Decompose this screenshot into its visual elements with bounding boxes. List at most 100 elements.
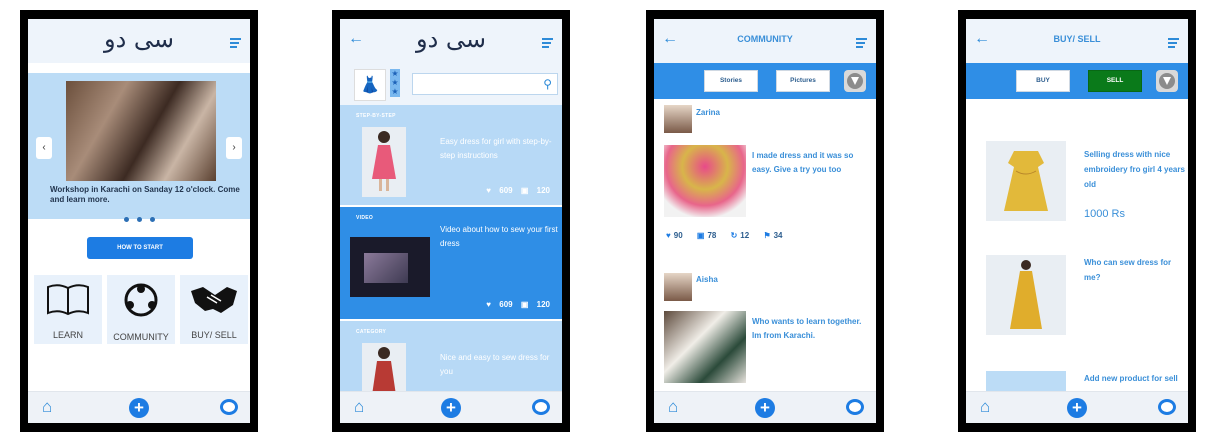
tile-community[interactable]: COMMUNITY — [107, 275, 175, 344]
post-image[interactable] — [664, 145, 746, 217]
tile-label: COMMUNITY — [113, 332, 169, 342]
header: ← BUY/ SELL — [966, 19, 1188, 63]
product-price: 1000 Rs — [1084, 208, 1125, 220]
phone-learn: ← سی دو 👗 ★ ★ ★ ⚲ STEP-BY-STEP Easy dress … — [332, 10, 570, 432]
carousel-next-button[interactable]: › — [226, 137, 242, 159]
page-title: COMMUNITY — [737, 34, 793, 44]
post-username[interactable]: Aisha — [696, 275, 718, 284]
filter-icon[interactable] — [1156, 70, 1178, 92]
product-text: Selling dress with nice embroidery fro g… — [1084, 150, 1185, 189]
avatar[interactable] — [664, 273, 692, 301]
handshake-icon — [180, 281, 248, 328]
header: ← سی دو — [340, 19, 562, 63]
search-icon[interactable]: ⚲ — [543, 77, 552, 91]
card-description: Nice and easy to sew dress for you — [440, 353, 550, 376]
home-icon[interactable]: ⌂ — [354, 398, 364, 415]
dress-icon[interactable]: 👗 — [354, 69, 386, 101]
buy-sell-screen: ← BUY/ SELL BUY SELL Selling dress with … — [966, 19, 1188, 423]
book-icon — [34, 281, 102, 328]
like-count: 609 — [499, 186, 513, 195]
heart-icon[interactable]: ♥ — [486, 300, 491, 309]
post-image[interactable] — [664, 311, 746, 383]
bookmark-icon[interactable]: ⚑ — [763, 231, 770, 240]
post-stats: ♥ 90 ▣ 78 ↻ 12 ⚑ 34 — [666, 231, 795, 240]
tile-learn[interactable]: LEARN — [34, 275, 102, 344]
post-username[interactable]: Zarina — [696, 108, 720, 117]
carousel-caption: Workshop in Karachi on Sanday 12 o'clock… — [50, 185, 240, 204]
card-description: Easy dress for girl with step-by-step in… — [440, 137, 552, 160]
carousel-dots[interactable] — [28, 209, 250, 227]
card-stats: ♥ 609 ▣ 120 — [480, 300, 550, 309]
chat-icon[interactable] — [846, 399, 864, 415]
carousel-prev-button[interactable]: ‹ — [36, 137, 52, 159]
bottom-nav: ⌂ + — [340, 391, 562, 423]
menu-icon[interactable] — [230, 38, 241, 50]
home-icon[interactable]: ⌂ — [668, 398, 678, 415]
product-image[interactable] — [986, 255, 1066, 335]
home-screen: سی دو ‹ › Workshop in Karachi on Sanday … — [28, 19, 250, 423]
add-product-placeholder[interactable] — [986, 371, 1066, 391]
comment-icon[interactable]: ▣ — [521, 186, 529, 195]
bottom-nav: ⌂ + — [966, 391, 1188, 423]
tab-sell[interactable]: SELL — [1088, 70, 1142, 92]
like-count: 90 — [673, 231, 683, 240]
tab-pictures[interactable]: Pictures — [776, 70, 830, 92]
product-text[interactable]: Add new product for sell — [1084, 371, 1188, 388]
tab-stories[interactable]: Stories — [704, 70, 758, 92]
bottom-nav: ⌂ + — [28, 391, 250, 423]
star-icon[interactable]: ★ ★ ★ — [390, 69, 400, 97]
tab-buy[interactable]: BUY — [1016, 70, 1070, 92]
home-icon[interactable]: ⌂ — [980, 398, 990, 415]
menu-icon[interactable] — [856, 38, 867, 50]
back-arrow-icon[interactable]: ← — [348, 30, 364, 48]
header: ← COMMUNITY — [654, 19, 876, 63]
post-text: I made dress and it was so easy. Give a … — [752, 151, 854, 174]
card-video[interactable]: VIDEO Video about how to sew your first … — [340, 207, 562, 319]
repost-count: 12 — [740, 231, 750, 240]
header: سی دو — [28, 19, 250, 63]
bookmark-count: 34 — [773, 231, 783, 240]
card-kicker: CATEGORY — [356, 329, 387, 335]
phone-home: سی دو ‹ › Workshop in Karachi on Sanday … — [20, 10, 258, 432]
segment-bar: BUY SELL — [966, 63, 1188, 99]
heart-icon[interactable]: ♥ — [666, 231, 671, 240]
how-to-start-button[interactable]: HOW TO START — [87, 237, 193, 259]
plus-icon[interactable]: + — [129, 398, 149, 418]
video-thumbnail[interactable] — [350, 237, 430, 297]
chat-icon[interactable] — [1158, 399, 1176, 415]
plus-icon[interactable]: + — [755, 398, 775, 418]
comment-count: 120 — [536, 186, 550, 195]
search-input[interactable]: ⚲ — [412, 73, 558, 95]
bottom-nav: ⌂ + — [654, 391, 876, 423]
app-logo: سی دو — [103, 25, 175, 53]
filter-row: 👗 ★ ★ ★ ⚲ — [340, 63, 562, 105]
comment-icon[interactable]: ▣ — [697, 231, 705, 240]
phone-buy-sell: ← BUY/ SELL BUY SELL Selling dress with … — [958, 10, 1196, 432]
home-icon[interactable]: ⌂ — [42, 398, 52, 415]
menu-icon[interactable] — [1168, 38, 1179, 50]
card-kicker: VIDEO — [356, 215, 374, 221]
card-description: Video about how to sew your first dress — [440, 225, 558, 248]
plus-icon[interactable]: + — [1067, 398, 1087, 418]
product-image[interactable] — [986, 141, 1066, 221]
comment-icon[interactable]: ▣ — [521, 300, 529, 309]
post-text: Who wants to learn together. Im from Kar… — [752, 317, 862, 340]
heart-icon[interactable]: ♥ — [486, 186, 491, 195]
comment-count: 120 — [536, 300, 550, 309]
chat-icon[interactable] — [220, 399, 238, 415]
chat-icon[interactable] — [532, 399, 550, 415]
tile-buy-sell[interactable]: BUY/ SELL — [180, 275, 248, 344]
plus-icon[interactable]: + — [441, 398, 461, 418]
community-screen: ← COMMUNITY Stories Pictures Zarina I ma… — [654, 19, 876, 423]
segment-bar: Stories Pictures — [654, 63, 876, 99]
avatar[interactable] — [664, 105, 692, 133]
page-title: BUY/ SELL — [1053, 34, 1101, 44]
filter-icon[interactable] — [844, 70, 866, 92]
app-logo: سی دو — [415, 25, 487, 53]
tile-label: BUY/ SELL — [191, 330, 237, 340]
card-step-by-step[interactable]: STEP-BY-STEP Easy dress for girl with st… — [340, 105, 562, 205]
menu-icon[interactable] — [542, 38, 553, 50]
repost-icon[interactable]: ↻ — [731, 231, 738, 240]
carousel[interactable]: ‹ › Workshop in Karachi on Sanday 12 o'c… — [28, 73, 250, 222]
product-text: Who can sew dress for me? — [1084, 258, 1172, 282]
